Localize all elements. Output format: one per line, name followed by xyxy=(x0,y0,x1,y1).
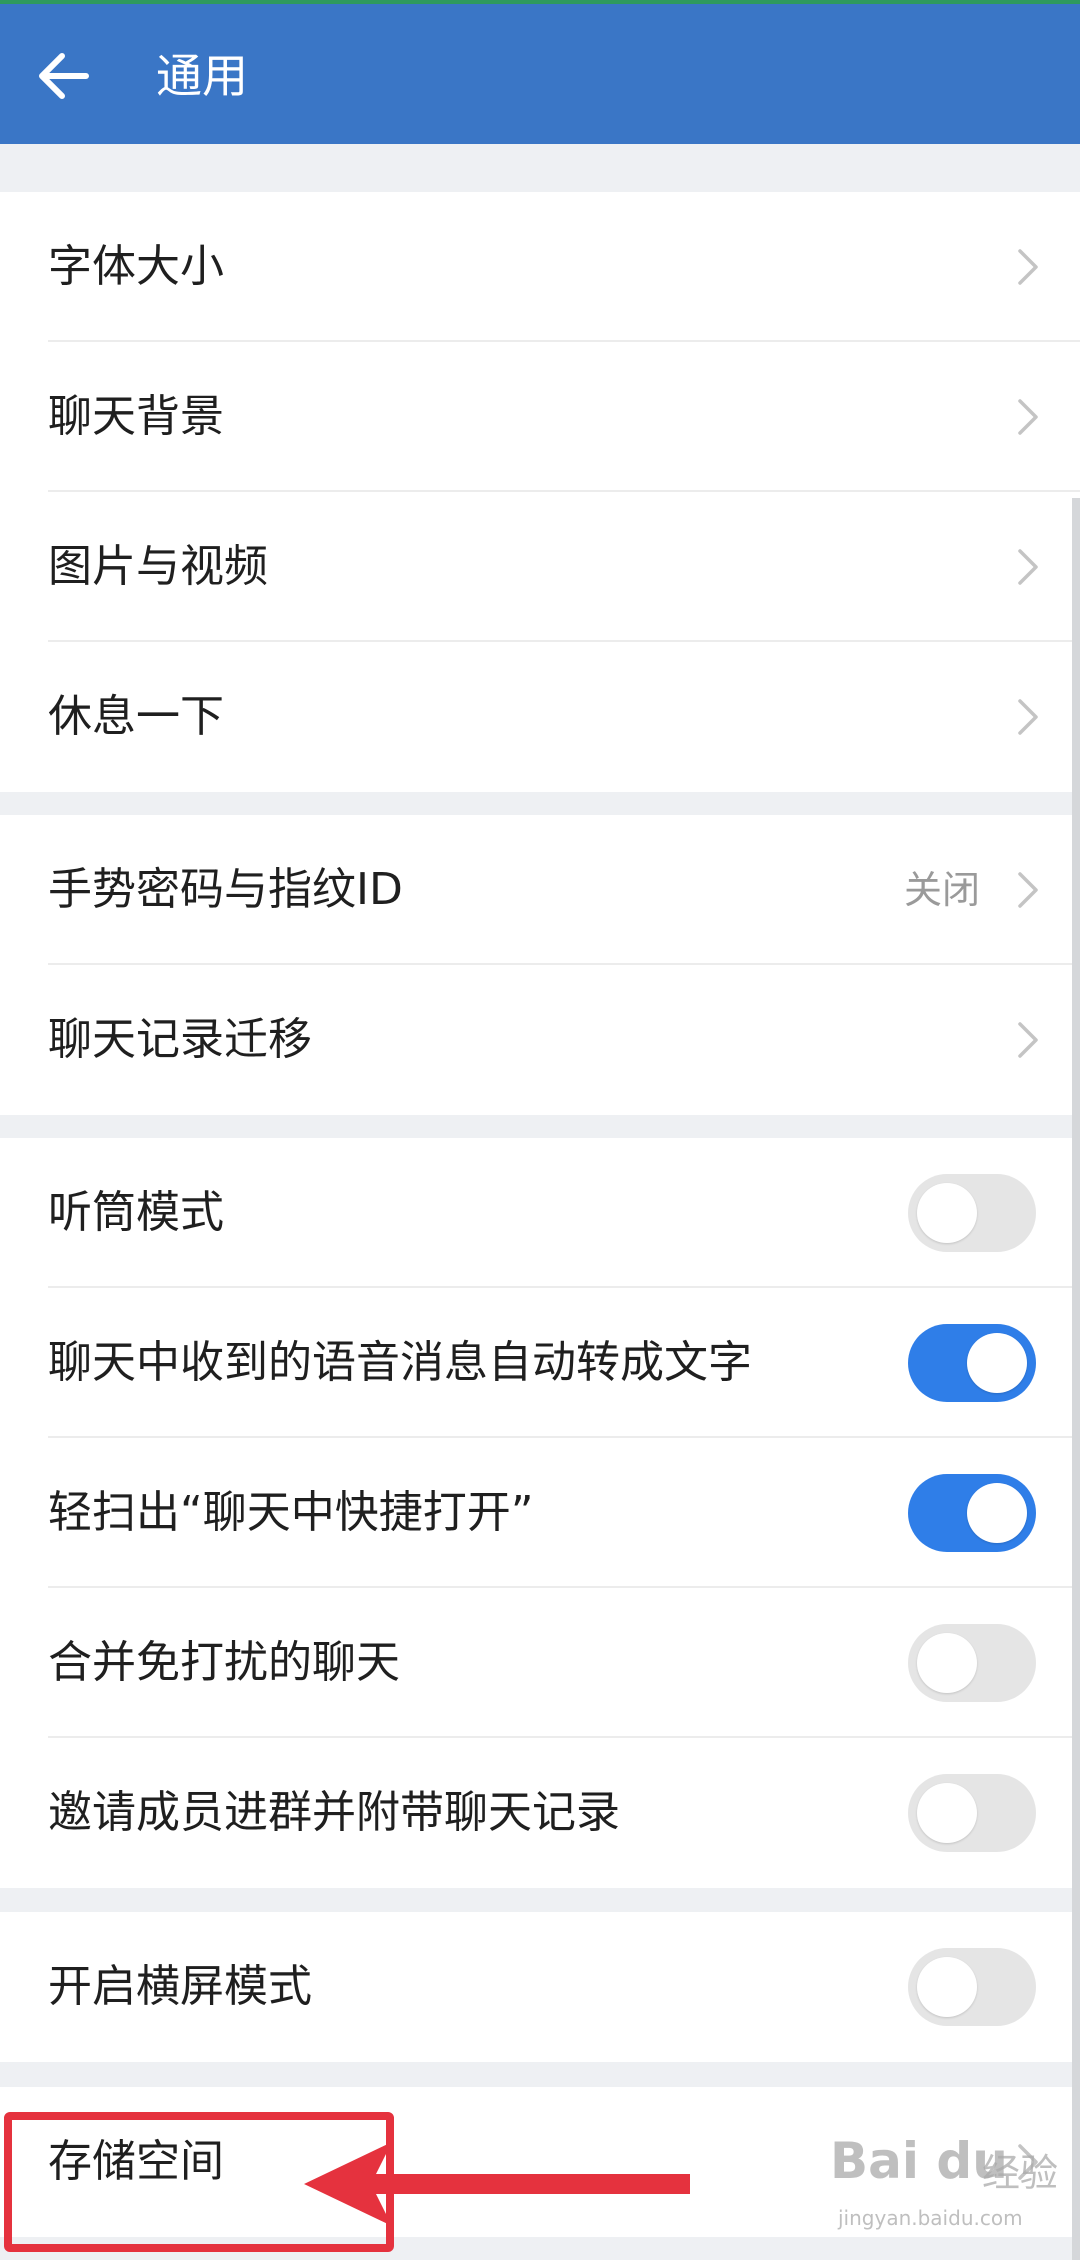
toggle-switch[interactable] xyxy=(908,1474,1036,1552)
setting-label: 聊天记录迁移 xyxy=(48,1014,312,1065)
setting-label: 轻扫出“聊天中快捷打开” xyxy=(48,1487,534,1538)
chevron-right-icon xyxy=(1018,249,1038,285)
setting-label: 聊天背景 xyxy=(48,391,224,442)
toggle-knob xyxy=(917,1633,977,1693)
setting-label: 邀请成员进群并附带聊天记录 xyxy=(48,1787,620,1838)
setting-label: 手势密码与指纹ID xyxy=(48,864,403,915)
setting-label: 聊天中收到的语音消息自动转成文字 xyxy=(48,1337,752,1388)
settings-group-display: 字体大小 聊天背景 图片与视频 休息一下 xyxy=(0,192,1080,792)
setting-label: 图片与视频 xyxy=(48,541,268,592)
chevron-right-icon xyxy=(1018,1022,1038,1058)
toggle-switch[interactable] xyxy=(908,1174,1036,1252)
chevron-right-icon xyxy=(1018,699,1038,735)
watermark-url: jingyan.baidu.com xyxy=(838,2206,1023,2230)
chevron-right-icon xyxy=(1018,399,1038,435)
settings-group-landscape: 开启横屏模式 xyxy=(0,1912,1080,2062)
watermark-text: 经验 xyxy=(982,2151,1059,2195)
arrow-left-icon[interactable] xyxy=(32,44,96,108)
setting-row-landscape-mode: 开启横屏模式 xyxy=(0,1912,1080,2062)
setting-label: 字体大小 xyxy=(48,241,224,292)
setting-row-chat-background[interactable]: 聊天背景 xyxy=(0,342,1080,492)
setting-value: 关闭 xyxy=(903,868,980,912)
setting-label: 休息一下 xyxy=(48,691,224,742)
toggle-knob xyxy=(917,1183,977,1243)
setting-row-earpiece-mode: 听筒模式 xyxy=(0,1138,1080,1288)
setting-row-swipe-quick-open: 轻扫出“聊天中快捷打开” xyxy=(0,1438,1080,1588)
setting-label: 听筒模式 xyxy=(48,1187,224,1238)
toggle-knob xyxy=(967,1333,1027,1393)
setting-label: 合并免打扰的聊天 xyxy=(48,1637,400,1688)
top-bar: 通用 xyxy=(0,0,1080,144)
watermark: Bai du 经验 jingyan.baidu.com xyxy=(820,2120,1070,2260)
toggle-switch[interactable] xyxy=(908,1948,1036,2026)
chevron-right-icon xyxy=(1018,872,1038,908)
toggle-knob xyxy=(917,1783,977,1843)
setting-label: 开启横屏模式 xyxy=(48,1961,312,2012)
setting-row-voice-to-text: 聊天中收到的语音消息自动转成文字 xyxy=(0,1288,1080,1438)
toggle-knob xyxy=(917,1957,977,2017)
chevron-right-icon xyxy=(1018,549,1038,585)
toggle-switch[interactable] xyxy=(908,1624,1036,1702)
setting-row-photos-videos[interactable]: 图片与视频 xyxy=(0,492,1080,642)
setting-row-gesture-password[interactable]: 手势密码与指纹ID 关闭 xyxy=(0,815,1080,965)
settings-group-toggles: 听筒模式 聊天中收到的语音消息自动转成文字 轻扫出“聊天中快捷打开” 合并免打扰… xyxy=(0,1138,1080,1888)
setting-row-invite-with-history: 邀请成员进群并附带聊天记录 xyxy=(0,1738,1080,1888)
toggle-switch[interactable] xyxy=(908,1324,1036,1402)
settings-group-security: 手势密码与指纹ID 关闭 聊天记录迁移 xyxy=(0,815,1080,1115)
scrollbar[interactable] xyxy=(1072,498,1080,2260)
setting-row-chat-history-migration[interactable]: 聊天记录迁移 xyxy=(0,965,1080,1115)
page-title: 通用 xyxy=(156,49,248,103)
toggle-switch[interactable] xyxy=(908,1774,1036,1852)
setting-row-take-a-break[interactable]: 休息一下 xyxy=(0,642,1080,792)
annotation-arrow-icon xyxy=(304,2142,690,2226)
setting-row-merge-muted-chats: 合并免打扰的聊天 xyxy=(0,1588,1080,1738)
setting-row-font-size[interactable]: 字体大小 xyxy=(0,192,1080,342)
toggle-knob xyxy=(967,1483,1027,1543)
